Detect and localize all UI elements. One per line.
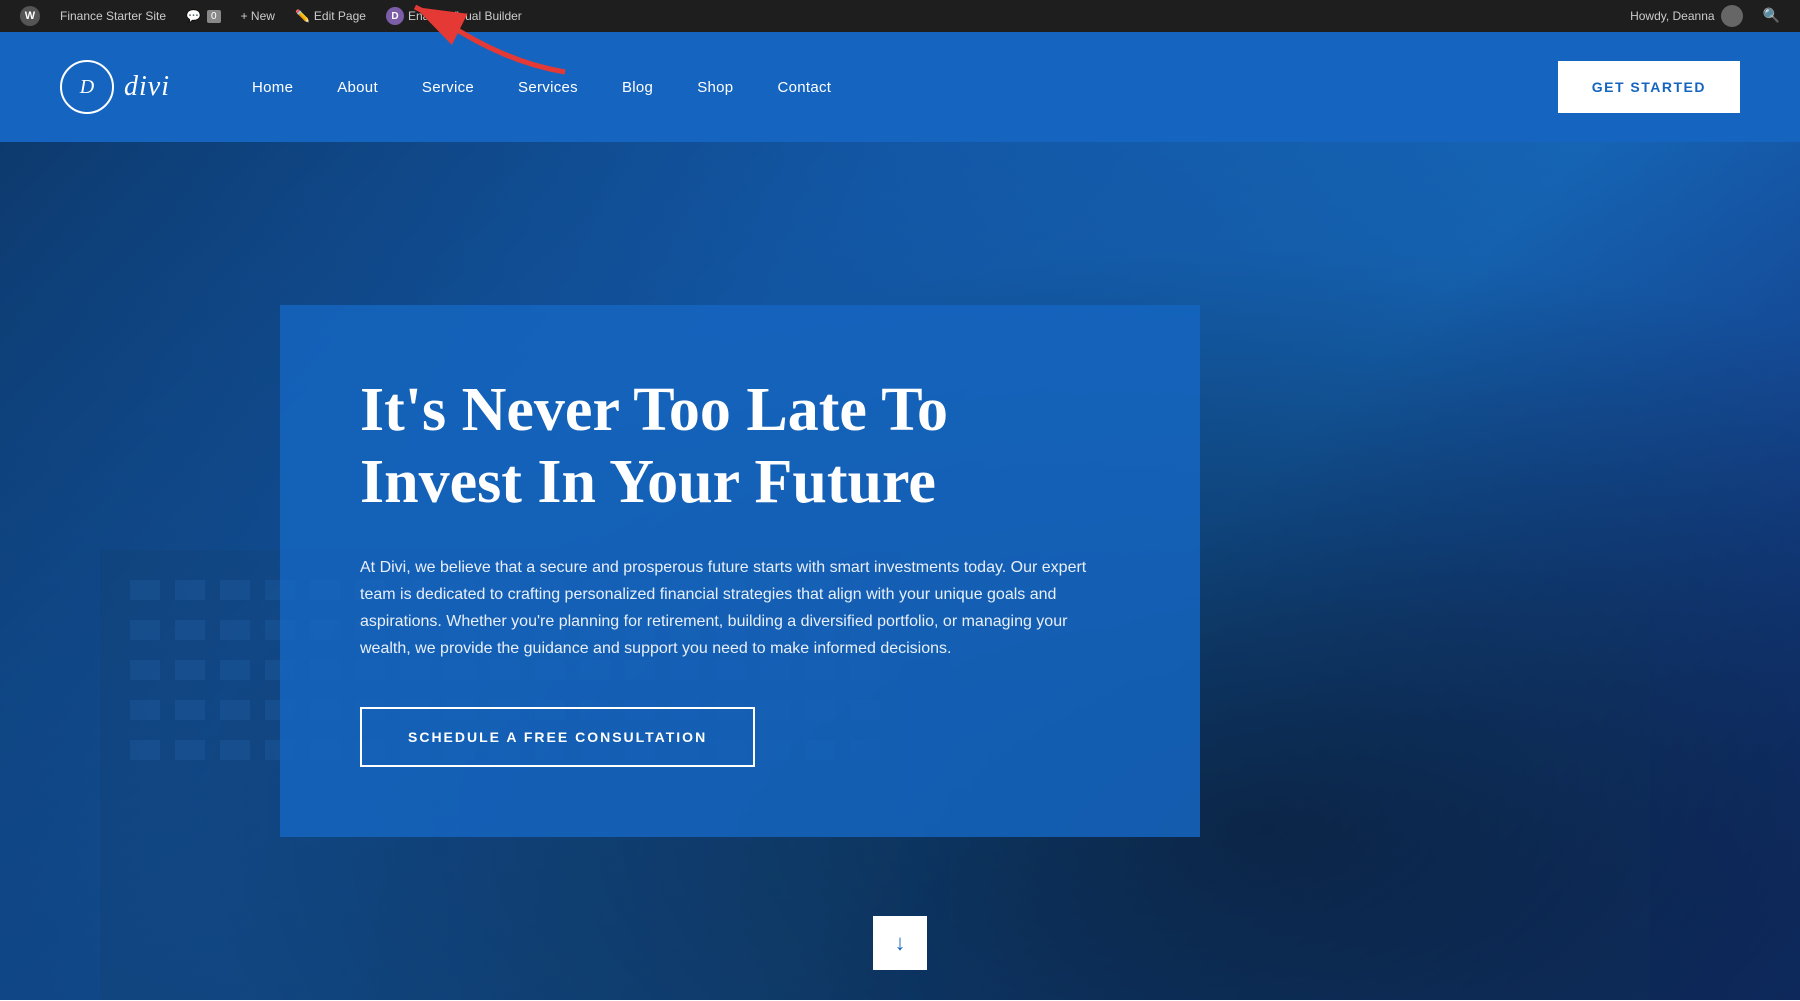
site-nav: Home About Service Services Blog Shop Co… bbox=[230, 32, 1558, 142]
divi-label: Enable Visual Builder bbox=[408, 9, 522, 23]
nav-item-about[interactable]: About bbox=[315, 32, 400, 142]
hero-body-text: At Divi, we believe that a secure and pr… bbox=[360, 554, 1120, 663]
edit-label: Edit Page bbox=[314, 9, 366, 23]
nav-item-service[interactable]: Service bbox=[400, 32, 496, 142]
nav-item-services[interactable]: Services bbox=[496, 32, 600, 142]
user-avatar bbox=[1721, 5, 1743, 27]
site-wrapper: D divi Home About Service Services Blog … bbox=[0, 32, 1800, 1001]
edit-page-button[interactable]: ✏️ Edit Page bbox=[285, 0, 376, 32]
logo-text: divi bbox=[124, 71, 170, 103]
logo-letter: D bbox=[80, 76, 94, 99]
hero-section: It's Never Too Late To Invest In Your Fu… bbox=[0, 142, 1800, 1000]
logo-circle-icon: D bbox=[60, 60, 114, 114]
howdy-section: Howdy, Deanna bbox=[1620, 5, 1753, 27]
enable-visual-builder-button[interactable]: D Enable Visual Builder bbox=[376, 0, 532, 32]
nav-item-contact[interactable]: Contact bbox=[755, 32, 853, 142]
comment-count: 0 bbox=[207, 10, 221, 23]
wordpress-icon: W bbox=[20, 6, 40, 26]
nav-item-shop[interactable]: Shop bbox=[675, 32, 755, 142]
new-content-button[interactable]: + New bbox=[231, 0, 285, 32]
divi-icon: D bbox=[386, 7, 404, 25]
schedule-consultation-button[interactable]: SCHEDULE A FREE CONSULTATION bbox=[360, 707, 755, 767]
nav-item-home[interactable]: Home bbox=[230, 32, 315, 142]
get-started-button[interactable]: GET STARTED bbox=[1558, 61, 1740, 113]
scroll-down-button[interactable]: ↓ bbox=[873, 916, 927, 970]
search-button[interactable]: 🔍 bbox=[1753, 8, 1790, 25]
howdy-text: Howdy, Deanna bbox=[1630, 9, 1715, 23]
site-header: D divi Home About Service Services Blog … bbox=[0, 32, 1800, 142]
chevron-down-icon: ↓ bbox=[895, 930, 906, 956]
comment-icon: 💬 bbox=[186, 9, 201, 23]
hero-headline: It's Never Too Late To Invest In Your Fu… bbox=[360, 375, 1120, 518]
comments-button[interactable]: 💬 0 bbox=[176, 0, 231, 32]
pencil-icon: ✏️ bbox=[295, 9, 310, 23]
site-name-label: Finance Starter Site bbox=[60, 9, 166, 23]
site-name-button[interactable]: Finance Starter Site bbox=[50, 0, 176, 32]
admin-bar-right: Howdy, Deanna 🔍 bbox=[1620, 5, 1790, 27]
nav-item-blog[interactable]: Blog bbox=[600, 32, 675, 142]
admin-bar: W Finance Starter Site 💬 0 + New ✏️ Edit… bbox=[0, 0, 1800, 32]
wp-logo-button[interactable]: W bbox=[10, 0, 50, 32]
new-label: + New bbox=[241, 9, 275, 23]
site-logo[interactable]: D divi bbox=[60, 60, 170, 114]
hero-content-card: It's Never Too Late To Invest In Your Fu… bbox=[280, 305, 1200, 836]
